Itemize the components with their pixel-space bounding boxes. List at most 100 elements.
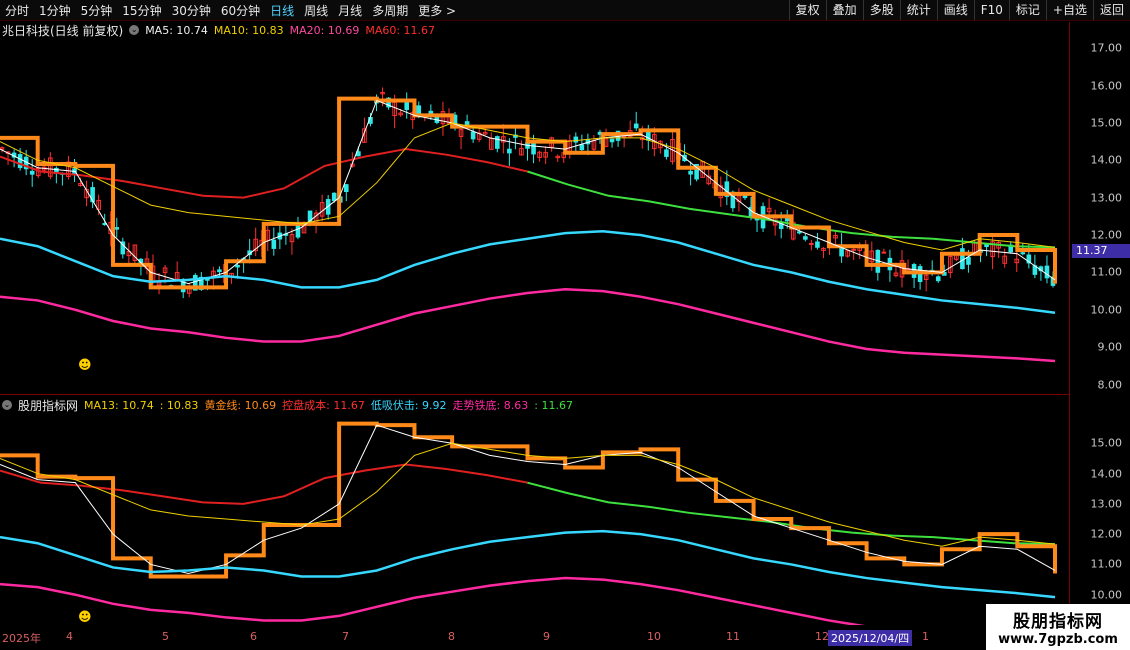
series-line-控盘成本 bbox=[0, 148, 528, 199]
period-tab[interactable]: 15分钟 bbox=[117, 2, 166, 19]
candle bbox=[54, 166, 59, 184]
candle bbox=[935, 275, 941, 283]
period-tab[interactable]: 30分钟 bbox=[167, 2, 216, 19]
period-tab[interactable]: 5分钟 bbox=[76, 2, 118, 19]
top-toolbar: 分时 1分钟 5分钟 15分钟 30分钟 60分钟 日线 周线 月线 多周期 更多 > 复权 叠加 多股… bbox=[0, 0, 1130, 21]
candle bbox=[591, 135, 597, 153]
candle bbox=[126, 242, 132, 266]
toolbar-action-button[interactable]: 统计 bbox=[899, 0, 937, 20]
candle bbox=[90, 181, 95, 209]
candle bbox=[809, 239, 814, 251]
watermark-title: 股朋指标网 bbox=[1013, 612, 1103, 632]
candle bbox=[851, 246, 856, 261]
period-tab[interactable]: 月线 bbox=[333, 2, 367, 19]
candle bbox=[66, 155, 71, 180]
toolbar-action-button[interactable]: +自选 bbox=[1045, 0, 1093, 20]
candle bbox=[1038, 265, 1044, 281]
candle bbox=[1008, 241, 1014, 254]
candle bbox=[766, 198, 772, 215]
candle bbox=[772, 209, 778, 236]
candle bbox=[573, 132, 579, 152]
period-tab[interactable]: 分时 bbox=[0, 2, 34, 19]
candle bbox=[265, 222, 271, 252]
candle bbox=[11, 149, 17, 168]
candle bbox=[803, 233, 808, 242]
cost-label: 控盘成本: 11.67 bbox=[282, 399, 365, 412]
date-label: 12 bbox=[815, 630, 829, 643]
candle bbox=[531, 134, 536, 164]
indicator-chart[interactable] bbox=[0, 413, 1070, 625]
candle bbox=[156, 272, 162, 295]
candle bbox=[567, 134, 573, 159]
axis-tick-label: 11.00 bbox=[1090, 265, 1123, 279]
toolbar-action-button[interactable]: 多股 bbox=[862, 0, 900, 20]
watermark-logo: 股朋指标网 www.7gpzb.com bbox=[986, 604, 1130, 650]
main-price-axis: 17.00 16.00 15.00 14.00 13.00 12.00 11.00 10.00… bbox=[1069, 22, 1130, 394]
axis-tick-label: 13.00 bbox=[1090, 191, 1123, 205]
candle bbox=[833, 230, 838, 245]
period-tab[interactable]: 多周期 bbox=[367, 2, 413, 19]
axis-tick-label: 16.00 bbox=[1090, 79, 1123, 93]
series-line-黄金线 bbox=[0, 421, 1057, 579]
toolbar-action-button[interactable]: F10 bbox=[973, 0, 1009, 20]
candle bbox=[404, 92, 409, 119]
period-tab[interactable]: 60分钟 bbox=[216, 2, 265, 19]
axis-tick-label: 12.00 bbox=[1090, 228, 1123, 242]
main-price-chart[interactable] bbox=[0, 22, 1070, 392]
candle bbox=[658, 140, 663, 154]
series-line-控盘成本 bbox=[527, 481, 1056, 546]
candle bbox=[718, 176, 724, 207]
candle bbox=[440, 101, 446, 136]
candle bbox=[458, 125, 464, 150]
blank-label: : 10.83 bbox=[159, 398, 199, 412]
candle bbox=[343, 183, 349, 202]
candle bbox=[120, 237, 126, 259]
axis-tick-label: 14.00 bbox=[1090, 467, 1123, 481]
candle bbox=[555, 154, 561, 163]
candle bbox=[29, 159, 35, 187]
axis-tick-label: 12.00 bbox=[1090, 527, 1123, 541]
toolbar-action-button[interactable]: 复权 bbox=[788, 0, 826, 20]
candle bbox=[494, 135, 500, 153]
smile-icon: ☻ bbox=[78, 610, 92, 625]
toolbar-action-button[interactable]: 标记 bbox=[1008, 0, 1046, 20]
candle bbox=[519, 140, 524, 156]
axis-tick-label: 10.00 bbox=[1090, 303, 1123, 317]
period-tab[interactable]: 周线 bbox=[299, 2, 333, 19]
indicator-name[interactable]: 股朋指标网 bbox=[18, 397, 78, 414]
series-line-走势铁底 bbox=[0, 287, 1056, 363]
smile-icon: ☻ bbox=[78, 358, 92, 373]
date-label: 9 bbox=[543, 630, 550, 643]
ma13-label: MA13: 10.74 bbox=[84, 398, 154, 412]
candle bbox=[688, 161, 693, 186]
candle bbox=[845, 249, 850, 258]
candle bbox=[253, 227, 258, 257]
toolbar-action-button[interactable]: 返回 bbox=[1092, 0, 1130, 20]
axis-tick-label: 14.00 bbox=[1090, 153, 1123, 167]
candle bbox=[174, 261, 180, 281]
candle bbox=[1002, 248, 1007, 268]
date-label: 7 bbox=[342, 630, 349, 643]
chevron-down-icon[interactable]: ⌄ bbox=[2, 400, 12, 410]
panel-divider bbox=[0, 394, 1070, 395]
iron-bottom-label: 走势铁底: 8.63 bbox=[452, 399, 529, 412]
current-price-tag: 11.37 bbox=[1072, 244, 1130, 258]
candle bbox=[537, 150, 542, 162]
cursor-date-tag: 2025/12/04/四 bbox=[828, 630, 913, 646]
axis-tick-label: 15.00 bbox=[1090, 116, 1123, 130]
candle bbox=[513, 127, 518, 150]
candle bbox=[289, 228, 295, 255]
period-tab[interactable]: 日线 bbox=[265, 2, 299, 19]
candle bbox=[488, 132, 494, 150]
period-tab[interactable]: 1分钟 bbox=[34, 2, 76, 19]
candle bbox=[1044, 255, 1050, 284]
indicator-axis: 15.0014.0013.0012.0011.0010.009.00 bbox=[1069, 395, 1130, 632]
candle bbox=[319, 194, 325, 222]
watermark-url: www.7gpzb.com bbox=[998, 632, 1118, 647]
toolbar-action-button[interactable]: 画线 bbox=[936, 0, 974, 20]
candle bbox=[229, 272, 234, 284]
period-tab[interactable]: 更多 > bbox=[413, 2, 461, 19]
low-buy-label: 低吸伏击: 9.92 bbox=[370, 399, 447, 412]
toolbar-action-button[interactable]: 叠加 bbox=[825, 0, 863, 20]
indicator-legend: ⌄ 股朋指标网 MA13: 10.74 : 10.83 黄金线: 10.69 控… bbox=[2, 397, 579, 413]
